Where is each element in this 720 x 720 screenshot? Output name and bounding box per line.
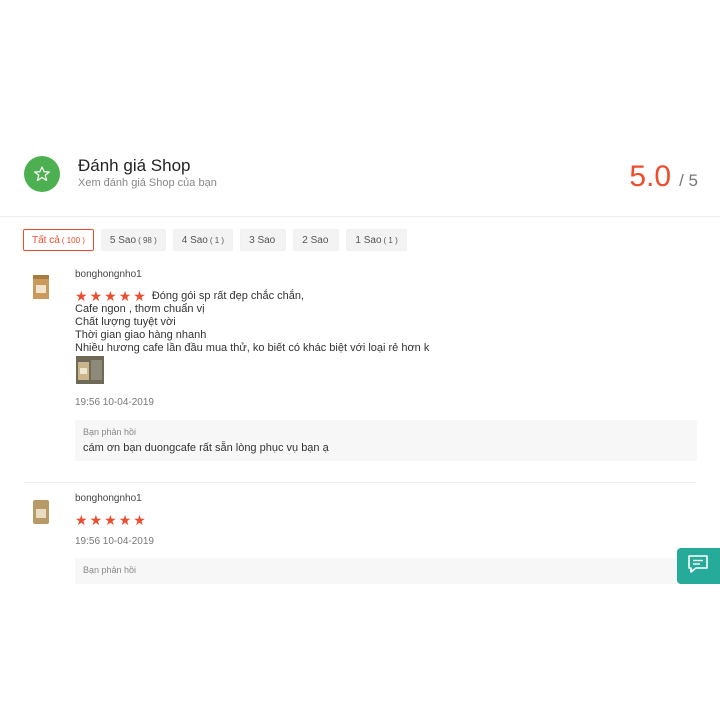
star-icon: ★	[133, 512, 146, 528]
review-line: Cafe ngon , thơm chuẩn vị	[75, 303, 205, 315]
page-subtitle: Xem đánh giá Shop của bạn	[78, 177, 217, 189]
chat-icon	[687, 554, 709, 579]
filter-label: 5 Sao	[109, 234, 137, 246]
review-line: Nhiều hương cafe lần đầu mua thử, ko biế…	[75, 342, 430, 354]
star-outline-icon	[24, 156, 60, 192]
filter-label: Tất cả	[32, 234, 60, 246]
review-line: Thời gian giao hàng nhanh	[75, 329, 207, 341]
rating-filters: Tất cả( 100 ) 5 Sao( 98 ) 4 Sao( 1 ) 3 S…	[23, 229, 407, 251]
filter-1-star[interactable]: 1 Sao( 1 )	[346, 229, 407, 251]
rating-stars: ★ ★ ★ ★ ★	[75, 289, 146, 303]
filter-5-star[interactable]: 5 Sao( 98 )	[100, 229, 166, 251]
star-icon: ★	[133, 288, 146, 304]
star-icon: ★	[75, 288, 88, 304]
review-date: 19:56 10-04-2019	[75, 536, 154, 547]
product-avatar[interactable]	[30, 273, 52, 299]
header-divider	[0, 216, 720, 217]
filter-count: ( 1 )	[383, 235, 398, 245]
filter-label: 2 Sao	[302, 234, 329, 246]
review-photo[interactable]	[76, 356, 104, 384]
review-username[interactable]: bonghongnho1	[75, 493, 142, 504]
rating-stars: ★ ★ ★ ★ ★	[75, 513, 146, 527]
reply-text: cám ơn bạn duongcafe rất sẵn lòng phục v…	[83, 442, 329, 454]
review-line: Chất lượng tuyệt vời	[75, 316, 176, 328]
reply-label: Bạn phản hồi	[83, 565, 137, 575]
star-icon: ★	[104, 512, 117, 528]
review-divider	[24, 482, 696, 483]
review-content: ★ ★ ★ ★ ★ Đóng gói sp rất đẹp chắc chắn,…	[75, 289, 429, 355]
score-value: 5.0	[629, 160, 672, 193]
shop-reply: Bạn phản hồi	[75, 558, 697, 584]
shop-rating-panel: Đánh giá Shop Xem đánh giá Shop của bạn …	[0, 140, 720, 584]
filter-label: 3 Sao	[249, 234, 276, 246]
star-icon: ★	[118, 288, 132, 304]
star-icon: ★	[89, 512, 103, 528]
review-content: ★ ★ ★ ★ ★	[75, 513, 146, 529]
star-icon: ★	[89, 288, 103, 304]
filter-all[interactable]: Tất cả( 100 )	[23, 229, 94, 251]
filter-4-star[interactable]: 4 Sao( 1 )	[172, 229, 234, 251]
review-date: 19:56 10-04-2019	[75, 397, 154, 408]
shop-score: 5.0 / 5	[629, 160, 698, 194]
filter-3-star[interactable]: 3 Sao	[240, 229, 287, 251]
shop-reply: Bạn phản hồi cám ơn bạn duongcafe rất sẵ…	[75, 420, 697, 461]
filter-count: ( 98 )	[138, 235, 157, 245]
reply-label: Bạn phản hồi	[83, 427, 137, 437]
star-icon: ★	[75, 512, 88, 528]
filter-2-star[interactable]: 2 Sao	[293, 229, 340, 251]
star-icon: ★	[118, 512, 132, 528]
star-icon: ★	[104, 288, 117, 304]
page-title: Đánh giá Shop	[78, 156, 191, 175]
filter-label: 4 Sao	[181, 234, 208, 246]
chat-button[interactable]	[677, 548, 720, 584]
review-line: Đóng gói sp rất đẹp chắc chắn,	[151, 289, 305, 302]
review-username[interactable]: bonghongnho1	[75, 269, 142, 280]
score-max: / 5	[679, 171, 698, 190]
filter-count: ( 1 )	[209, 235, 225, 245]
filter-count: ( 100 )	[61, 235, 85, 245]
filter-label: 1 Sao	[355, 234, 382, 246]
product-avatar[interactable]	[30, 498, 52, 524]
